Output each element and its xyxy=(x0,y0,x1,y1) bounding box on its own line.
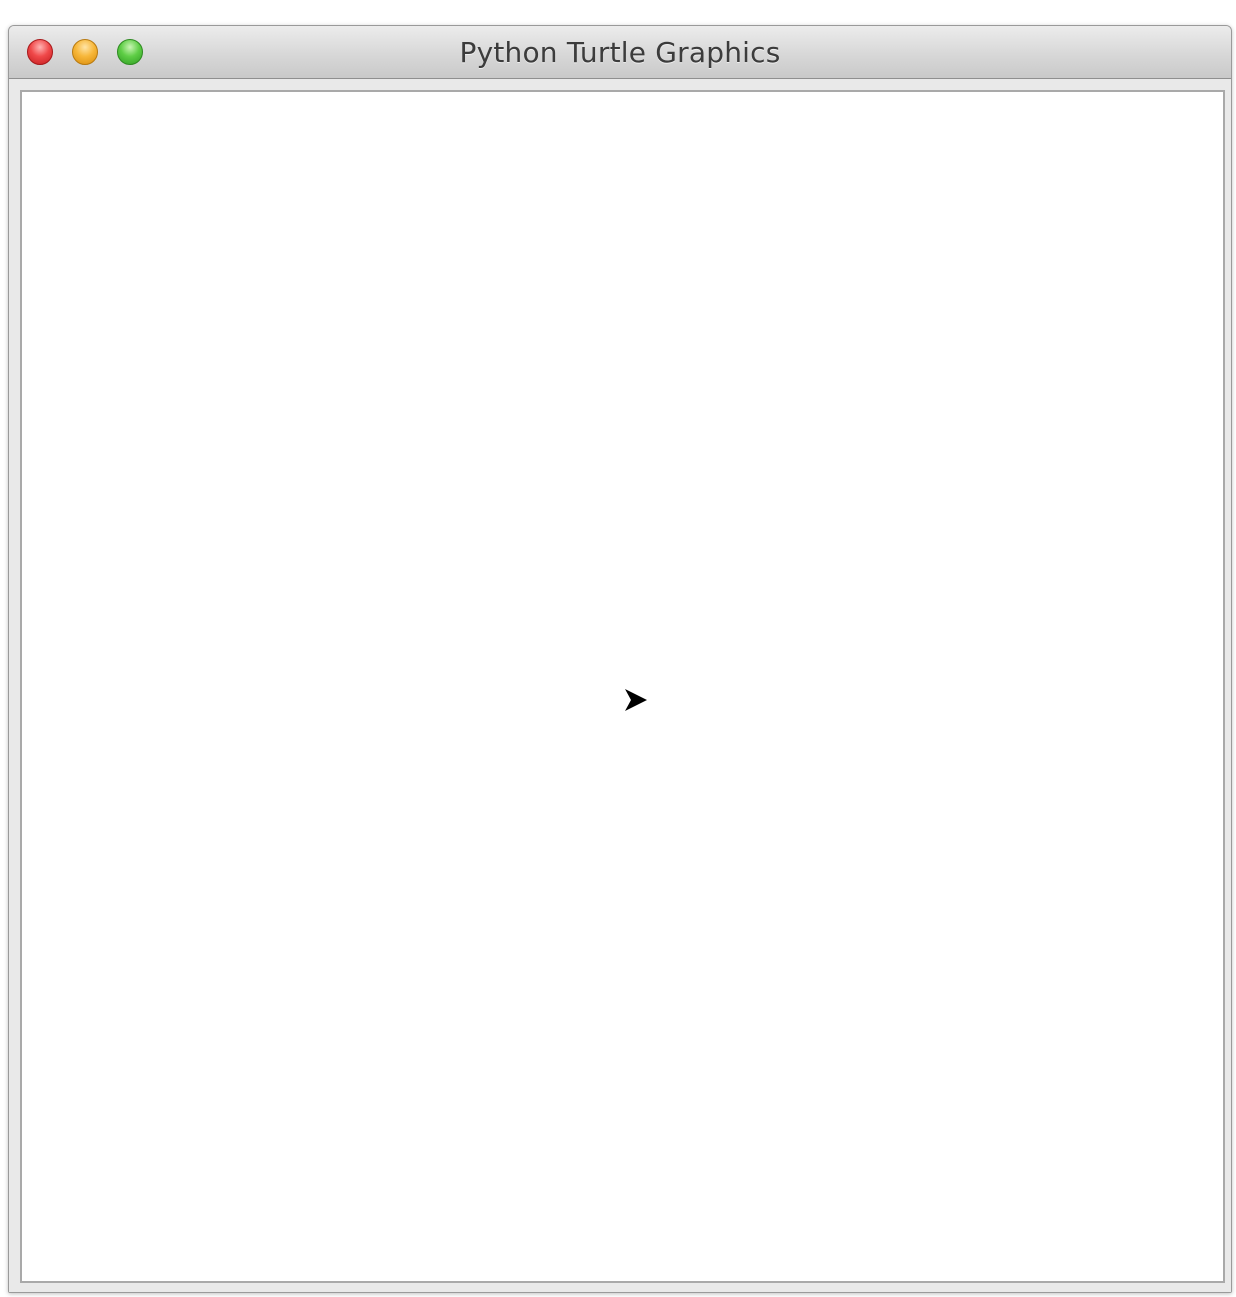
window-title: Python Turtle Graphics xyxy=(459,36,781,69)
turtle-canvas[interactable] xyxy=(20,90,1225,1283)
title-bar[interactable]: Python Turtle Graphics xyxy=(9,26,1231,79)
arrow-turtle-icon xyxy=(625,689,647,711)
window-content xyxy=(9,79,1231,1292)
turtle-window: Python Turtle Graphics xyxy=(8,25,1232,1293)
